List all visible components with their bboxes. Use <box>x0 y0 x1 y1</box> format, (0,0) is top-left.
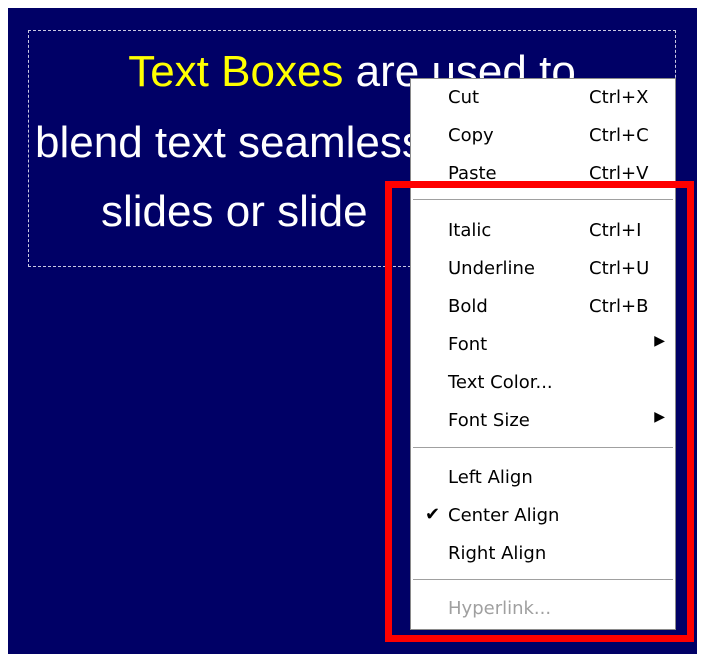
menu-item-right-align[interactable]: Right Align <box>411 538 675 572</box>
menu-item-label: Left Align <box>448 467 533 488</box>
menu-item-shortcut: Ctrl+X <box>589 87 649 108</box>
menu-item-label: Cut <box>448 87 480 108</box>
menu-item-label: Italic <box>448 220 492 241</box>
menu-item-font[interactable]: Font ▶ <box>411 329 675 363</box>
menu-item-italic[interactable]: Italic Ctrl+I <box>411 215 675 249</box>
menu-item-copy[interactable]: Copy Ctrl+C <box>411 120 675 154</box>
menu-item-label: Copy <box>448 125 494 146</box>
menu-item-left-align[interactable]: Left Align <box>411 462 675 496</box>
menu-item-font-size[interactable]: Font Size ▶ <box>411 405 675 439</box>
menu-item-label: Font <box>448 334 488 355</box>
menu-item-label: Center Align <box>448 505 560 526</box>
menu-item-label: Bold <box>448 296 488 317</box>
checkmark-icon: ✔ <box>425 504 441 525</box>
menu-item-label: Text Color... <box>448 372 553 393</box>
menu-item-label: Right Align <box>448 543 547 564</box>
menu-item-bold[interactable]: Bold Ctrl+B <box>411 291 675 325</box>
menu-item-text-color[interactable]: Text Color... <box>411 367 675 401</box>
highlighted-text: Text Boxes <box>128 47 344 96</box>
menu-item-label: Font Size <box>448 410 530 431</box>
context-menu: Cut Ctrl+X Copy Ctrl+C Paste Ctrl+V Ital… <box>410 78 676 630</box>
menu-separator <box>413 447 673 449</box>
menu-item-shortcut: Ctrl+U <box>589 258 650 279</box>
menu-item-label: Hyperlink... <box>448 598 552 619</box>
menu-item-shortcut: Ctrl+I <box>589 220 642 241</box>
menu-item-shortcut: Ctrl+V <box>589 163 649 184</box>
menu-item-hyperlink: Hyperlink... <box>411 593 675 627</box>
menu-separator <box>413 579 673 581</box>
menu-item-shortcut: Ctrl+B <box>589 296 649 317</box>
menu-item-underline[interactable]: Underline Ctrl+U <box>411 253 675 287</box>
submenu-arrow-icon: ▶ <box>654 333 665 349</box>
menu-separator <box>413 199 673 201</box>
menu-item-paste[interactable]: Paste Ctrl+V <box>411 158 675 192</box>
menu-item-shortcut: Ctrl+C <box>589 125 649 146</box>
submenu-arrow-icon: ▶ <box>654 409 665 425</box>
menu-item-center-align[interactable]: ✔ Center Align <box>411 500 675 534</box>
menu-item-label: Underline <box>448 258 535 279</box>
menu-item-label: Paste <box>448 163 497 184</box>
menu-item-cut[interactable]: Cut Ctrl+X <box>411 82 675 116</box>
